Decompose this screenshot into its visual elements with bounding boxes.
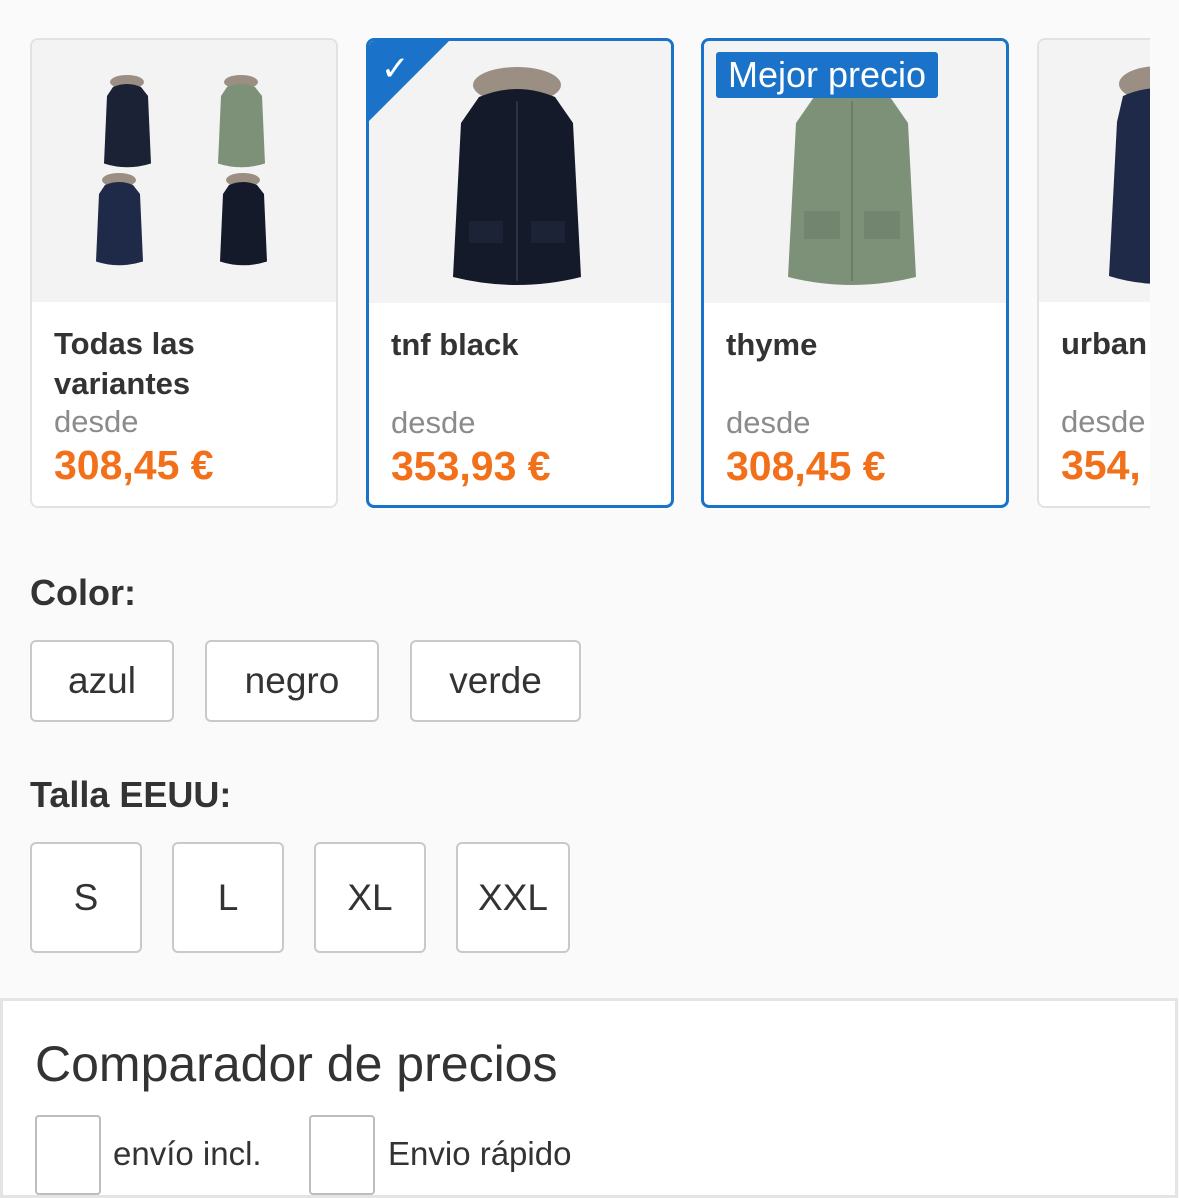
best-price-badge: Mejor precio <box>716 52 939 98</box>
color-option-azul[interactable]: azul <box>30 640 174 722</box>
variant-name: Todas las variantes <box>54 326 195 401</box>
fast-shipping-label: Envio rápido <box>388 1135 572 1172</box>
shipping-included-label: envío incl. <box>113 1135 262 1172</box>
variant-name: tnf black <box>391 327 519 362</box>
comparator-title: Comparador de precios <box>35 1036 558 1092</box>
variant-price: 308,45 € <box>54 442 214 488</box>
variant-price: 354, <box>1061 442 1141 488</box>
variant-name: urban <box>1061 326 1148 361</box>
fast-shipping-checkbox[interactable] <box>309 1115 375 1195</box>
size-label: Talla EEUU: <box>30 774 232 815</box>
variant-price: 353,93 € <box>391 443 551 489</box>
parka-image-urban <box>1039 40 1150 302</box>
size-option-l[interactable]: L <box>172 842 284 953</box>
color-option-negro[interactable]: negro <box>205 640 379 722</box>
check-icon: ✓ <box>381 50 410 88</box>
price-comparator: Comparador de precios envío incl. Envio … <box>0 998 1178 1198</box>
shipping-included-checkbox[interactable] <box>35 1115 101 1195</box>
variant-from-label: desde <box>54 404 139 439</box>
color-label: Color: <box>30 572 136 613</box>
size-option-s[interactable]: S <box>30 842 142 953</box>
variant-from-label: desde <box>726 405 811 440</box>
size-option-xl[interactable]: XL <box>314 842 426 953</box>
size-option-xxl[interactable]: XXL <box>456 842 570 953</box>
variant-image-grid <box>32 40 336 302</box>
variant-carousel: Todas las variantes desde 308,45 € ✓ tnf… <box>0 0 1150 530</box>
variant-card-all[interactable]: Todas las variantes desde 308,45 € <box>30 38 338 508</box>
variant-card-thyme[interactable]: Mejor precio thyme desde 308,45 € <box>701 38 1009 508</box>
variant-card-tnf-black[interactable]: ✓ tnf black desde 353,93 € <box>366 38 674 508</box>
variant-from-label: desde <box>391 405 476 440</box>
variant-from-label: desde <box>1061 404 1146 439</box>
variant-price: 308,45 € <box>726 443 886 489</box>
variant-name: thyme <box>726 327 818 362</box>
color-option-verde[interactable]: verde <box>410 640 581 722</box>
variant-card-urban[interactable]: urban desde 354, <box>1037 38 1150 508</box>
